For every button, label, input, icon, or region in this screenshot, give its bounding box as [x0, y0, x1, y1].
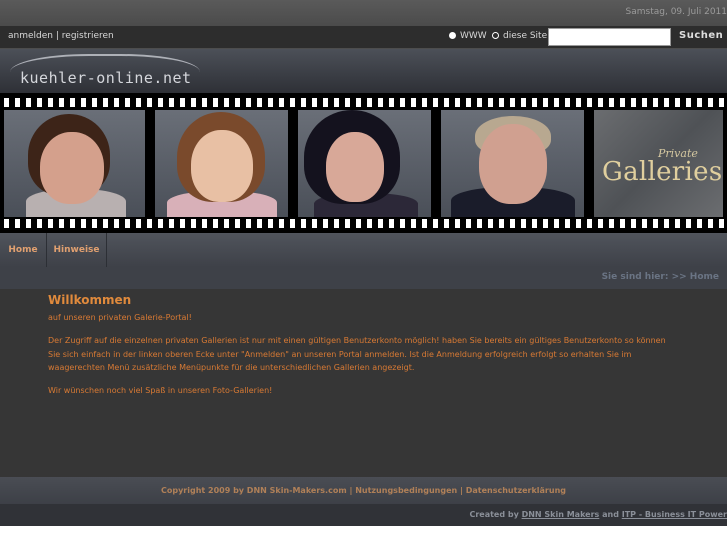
footer-separator-2: | — [460, 486, 463, 495]
date-bar: Samstag, 09. Juli 2011 — [0, 0, 727, 26]
search-scope-www-label[interactable]: WWW — [460, 31, 487, 41]
credits-bar: Created by DNN Skin Makers and ITP - Bus… — [0, 504, 727, 526]
search-input[interactable] — [548, 28, 671, 46]
nav-item-hinweise[interactable]: Hinweise — [47, 233, 107, 267]
login-link[interactable]: anmelden — [8, 31, 53, 41]
logo-bar: kuehler-online.net — [0, 49, 727, 93]
private-galleries-frame: Private Galleries — [594, 110, 723, 217]
portrait-photo-1 — [4, 110, 145, 217]
closing-text: Wir wünschen noch viel Spaß in unseren F… — [48, 386, 273, 395]
galleries-label: Galleries — [602, 157, 723, 187]
current-date: Samstag, 09. Juli 2011 — [625, 7, 727, 17]
portrait-photo-2 — [155, 110, 288, 217]
register-link[interactable]: registrieren — [62, 31, 114, 41]
main-content: Willkommen auf unseren privaten Galerie-… — [0, 289, 727, 477]
portrait-photo-4 — [441, 110, 584, 217]
privacy-link[interactable]: Datenschutzerklärung — [466, 486, 566, 495]
film-sprockets-bottom — [0, 219, 727, 228]
footer-separator-1: | — [349, 486, 353, 495]
login-search-bar: anmelden | registrieren WWW diese Site S… — [0, 26, 727, 49]
paragraph-line-2: Sie sich einfach in der linken oberen Ec… — [48, 349, 632, 359]
credits-prefix: Created by — [469, 510, 519, 519]
radio-unselected-icon[interactable] — [492, 32, 499, 39]
breadcrumb-bar: Sie sind hier: >> Home — [0, 267, 727, 289]
itp-link[interactable]: ITP - Business IT Power — [622, 510, 727, 519]
site-logo[interactable]: kuehler-online.net — [20, 69, 192, 87]
dnn-skin-makers-link[interactable]: DNN Skin Makers — [522, 510, 600, 519]
main-nav: Home Hinweise — [0, 233, 727, 268]
breadcrumb: Sie sind hier: >> Home — [601, 272, 719, 282]
paragraph-line-3: waagerechten Menü zusätzliche Menüpunkte… — [48, 363, 415, 372]
search-button[interactable]: Suchen — [679, 30, 723, 41]
nav-item-home[interactable]: Home — [0, 233, 47, 267]
page-subtitle: auf unseren privaten Galerie-Portal! — [48, 313, 192, 322]
copyright-link[interactable]: Copyright 2009 by DNN Skin-Makers.com — [161, 486, 347, 495]
portrait-photo-3 — [298, 110, 431, 217]
radio-selected-icon[interactable] — [449, 32, 456, 39]
paragraph-line-1: Der Zugriff auf die einzelnen privaten G… — [48, 336, 666, 345]
footer: Copyright 2009 by DNN Skin-Makers.com | … — [0, 477, 727, 504]
account-links: anmelden | registrieren — [8, 31, 114, 41]
credits-text: Created by DNN Skin Makers and ITP - Bus… — [469, 510, 727, 519]
link-separator: | — [55, 31, 59, 41]
footer-links: Copyright 2009 by DNN Skin-Makers.com | … — [0, 486, 727, 495]
film-sprockets-top — [0, 98, 727, 107]
search-scope-site-label[interactable]: diese Site — [503, 31, 547, 41]
film-strip-banner: Private Galleries — [0, 93, 727, 233]
credits-and: and — [602, 510, 619, 519]
terms-link[interactable]: Nutzungsbedingungen — [355, 486, 457, 495]
page-title: Willkommen — [48, 293, 132, 307]
